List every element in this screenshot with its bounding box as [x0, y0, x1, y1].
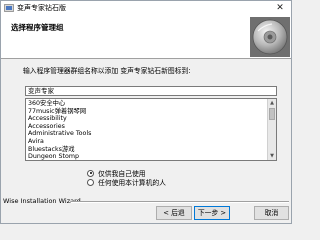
list-item[interactable]: Accessories [28, 123, 266, 131]
radio-selected-icon[interactable] [87, 169, 94, 177]
disc-icon [250, 17, 290, 57]
next-button[interactable]: 下一步 > [194, 206, 230, 220]
radio-all-users-label: 任何使用本计算机的人 [98, 179, 166, 187]
group-name-input[interactable]: 变声专家 [25, 86, 277, 96]
close-button[interactable]: ✕ [272, 2, 288, 14]
list-item[interactable]: Accessibility [28, 115, 266, 123]
list-item[interactable]: Dungeon Stomp [28, 153, 266, 160]
installer-window: 变声专家钻石版 ✕ 选择程序管理组 输入程序管理器群组名称以添加 变声专家钻石新… [0, 0, 292, 224]
list-item[interactable]: 77music弹着钢琴网 [28, 108, 266, 116]
list-scrollbar[interactable]: ▲ ▼ [267, 99, 276, 160]
footer-divider [71, 201, 289, 203]
list-item[interactable]: Avira [28, 138, 266, 146]
radio-unselected-icon[interactable] [87, 178, 94, 186]
wizard-header: 选择程序管理组 [1, 15, 291, 59]
scroll-down-arrow-icon[interactable]: ▼ [268, 152, 276, 160]
program-group-list[interactable]: 360安全中心 77music弹着钢琴网 Accessibility Accessor… [25, 98, 277, 161]
list-items: 360安全中心 77music弹着钢琴网 Accessibility Accessor… [28, 100, 266, 160]
scroll-up-arrow-icon[interactable]: ▲ [268, 99, 276, 107]
list-item[interactable]: Bluestacks游戏 [28, 146, 266, 154]
back-button[interactable]: < 后退 [156, 206, 192, 220]
cancel-button[interactable]: 取消 [254, 206, 289, 220]
list-item[interactable]: Administrative Tools [28, 130, 266, 138]
group-prompt-text: 输入程序管理器群组名称以添加 变声专家钻石新图标到: [23, 67, 191, 75]
installer-app-icon [4, 4, 14, 12]
radio-all-users[interactable]: 任何使用本计算机的人 [87, 177, 166, 187]
wizard-brand-label: Wise Installation Wizard [3, 197, 81, 205]
window-title: 变声专家钻石版 [17, 4, 66, 12]
list-item[interactable]: 360安全中心 [28, 100, 266, 108]
page-title: 选择程序管理组 [11, 23, 64, 32]
title-bar: 变声专家钻石版 ✕ [1, 1, 291, 15]
scroll-thumb[interactable] [269, 108, 275, 120]
